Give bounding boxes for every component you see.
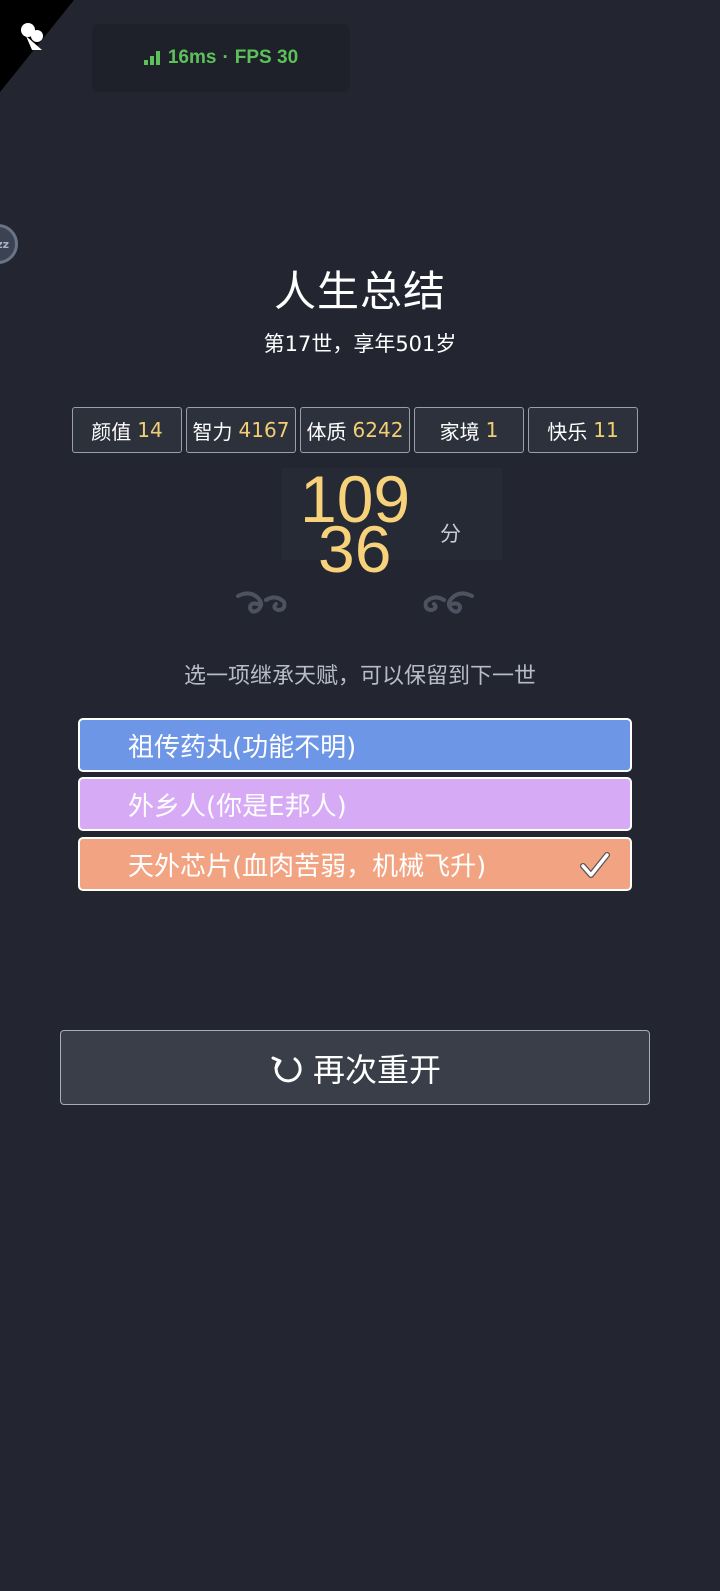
score-value-line2: 36 (318, 512, 392, 586)
fps-text: FPS 30 (234, 47, 299, 68)
stat-label: 颜值 (91, 419, 132, 444)
cloud-ornament-icon (423, 591, 474, 614)
stat-value: 6242 (352, 418, 404, 442)
stat-value: 14 (137, 418, 163, 442)
life-subtitle: 第17世，享年501岁 (263, 332, 457, 356)
latency-text: 16ms (167, 47, 217, 68)
page-title: 人生总结 (273, 267, 446, 316)
stat-physique: 体质 6242 (300, 407, 410, 453)
talent-label: 外乡人(你是E邦人) (128, 791, 347, 822)
talent-option[interactable]: 祖传药丸(功能不明) (78, 718, 632, 772)
fps-overlay: 16ms · FPS 30 (92, 24, 350, 92)
stat-family: 家境 1 (414, 407, 524, 453)
stat-label: 快乐 (547, 419, 588, 444)
stat-appearance: 颜值 14 (72, 407, 182, 453)
talent-label: 祖传药丸(功能不明) (128, 732, 357, 763)
refresh-icon (271, 1056, 302, 1082)
talent-option-selected[interactable]: 天外芯片(血肉苦弱，机械飞升) (78, 837, 632, 891)
talent-label: 天外芯片(血肉苦弱，机械飞升) (128, 851, 487, 882)
cloud-ornament-icon (236, 591, 287, 614)
chess-piece-icon[interactable] (18, 20, 48, 54)
stats-row: 颜值 14 智力 4167 体质 6242 家境 1 快乐 11 (72, 407, 638, 453)
floating-ball-text: zz (0, 237, 9, 251)
stat-value: 1 (485, 418, 499, 442)
stat-value: 11 (593, 418, 619, 442)
stat-label: 智力 (192, 419, 233, 444)
stat-intelligence: 智力 4167 (186, 407, 296, 453)
check-icon (580, 852, 610, 878)
signal-icon (143, 51, 160, 65)
fps-separator: · (222, 47, 229, 68)
inherit-talent-hint: 选一项继承天赋，可以保留到下一世 (183, 664, 536, 689)
stat-happiness: 快乐 11 (528, 407, 638, 453)
stat-label: 体质 (306, 419, 347, 444)
stat-value: 4167 (238, 418, 290, 442)
score-unit: 分 (440, 522, 461, 546)
stat-label: 家境 (439, 419, 480, 444)
restart-button[interactable]: 再次重开 (60, 1030, 650, 1105)
talent-option[interactable]: 外乡人(你是E邦人) (78, 777, 632, 831)
restart-label: 再次重开 (312, 1050, 441, 1089)
